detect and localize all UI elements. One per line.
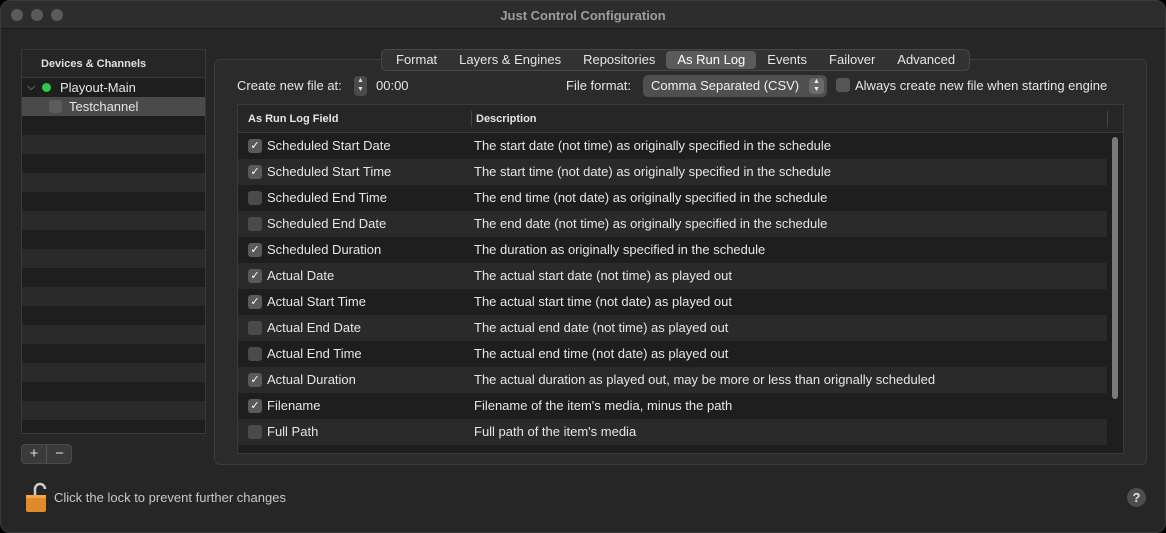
field-name: Filename — [267, 398, 321, 413]
field-checkbox[interactable]: ✓ — [248, 139, 262, 153]
tree-item-device[interactable]: ⌵ Playout-Main — [22, 78, 205, 97]
column-header-field[interactable]: As Run Log Field — [248, 113, 338, 125]
table-row[interactable]: Scheduled End Date The end date (not time… — [238, 211, 1107, 237]
remove-button[interactable]: − — [47, 445, 72, 463]
sidebar-empty-rows — [22, 116, 205, 420]
sidebar-header: Devices & Channels — [22, 50, 205, 78]
field-name: Scheduled End Time — [267, 190, 387, 205]
field-checkbox[interactable]: ✓ — [248, 243, 262, 257]
scroll-thumb[interactable] — [1112, 137, 1118, 399]
tab-as-run-log[interactable]: As Run Log — [666, 51, 757, 69]
field-checkbox[interactable]: ✓ — [248, 295, 262, 309]
lock-message: Click the lock to prevent further change… — [54, 490, 286, 505]
table-row[interactable]: Actual End Time The actual end time (not … — [238, 341, 1107, 367]
time-stepper[interactable]: ▲ ▼ — [354, 76, 367, 96]
table-row[interactable]: Full Path Full path of the item's media — [238, 419, 1107, 445]
field-checkbox[interactable] — [248, 191, 262, 205]
table-row[interactable]: ✓ Scheduled Duration The duration as origi… — [238, 237, 1107, 263]
field-checkbox[interactable]: ✓ — [248, 399, 262, 413]
tab-bar: Format Layers & Engines Repositories As … — [381, 49, 971, 71]
field-checkbox[interactable] — [248, 347, 262, 361]
field-description: The end date (not time) as originally sp… — [474, 216, 828, 231]
window-title: Just Control Configuration — [500, 8, 666, 23]
field-checkbox[interactable] — [248, 217, 262, 231]
always-new-checkbox[interactable] — [836, 78, 850, 92]
table-row[interactable]: ✓ Actual Start Time The actual start time … — [238, 289, 1107, 315]
table-row[interactable]: ✓ Scheduled Start Time The start time (not… — [238, 159, 1107, 185]
field-description: The start time (not date) as originally … — [474, 164, 831, 179]
field-description: The duration as originally specified in … — [474, 242, 766, 257]
tab-layers-engines[interactable]: Layers & Engines — [448, 51, 572, 69]
select-arrows-icon: ▲ ▼ — [809, 78, 824, 94]
field-description: The actual end time (not date) as played… — [474, 346, 729, 361]
devices-sidebar: Devices & Channels ⌵ Playout-Main Testch… — [21, 49, 206, 434]
file-format-value: Comma Separated (CSV) — [651, 78, 800, 93]
field-checkbox[interactable]: ✓ — [248, 269, 262, 283]
title-bar: Just Control Configuration — [1, 1, 1165, 29]
field-description: The actual end date (not time) as played… — [474, 320, 729, 335]
field-name: Actual End Time — [267, 346, 362, 361]
tab-events[interactable]: Events — [756, 51, 818, 69]
add-button[interactable]: + — [22, 445, 47, 463]
table-scrollbar[interactable] — [1110, 135, 1121, 451]
config-window: Just Control Configuration Devices & Cha… — [0, 0, 1166, 533]
field-name: Actual Duration — [267, 372, 356, 387]
field-checkbox[interactable]: ✓ — [248, 373, 262, 387]
field-checkbox[interactable] — [248, 425, 262, 439]
tab-format[interactable]: Format — [385, 51, 448, 69]
field-checkbox[interactable]: ✓ — [248, 165, 262, 179]
table-row[interactable]: Actual End Date The actual end date (not … — [238, 315, 1107, 341]
field-description: Full path of the item's media — [474, 424, 637, 439]
unlocked-lock-icon[interactable] — [25, 481, 47, 513]
table-row[interactable]: ✓ Actual Date The actual start date (not t… — [238, 263, 1107, 289]
chevron-down-icon[interactable]: ⌵ — [27, 78, 35, 97]
field-name: Scheduled Start Date — [267, 138, 391, 153]
field-description: The end time (not date) as originally sp… — [474, 190, 828, 205]
tab-repositories[interactable]: Repositories — [572, 51, 666, 69]
tree-item-channel[interactable]: Testchannel — [22, 97, 205, 116]
field-name: Scheduled End Date — [267, 216, 387, 231]
field-name: Scheduled Duration — [267, 242, 382, 257]
column-header-description[interactable]: Description — [476, 113, 537, 125]
field-description: The start date (not time) as originally … — [474, 138, 831, 153]
create-time-field[interactable]: 00:00 — [376, 77, 409, 95]
field-name: Full Path — [267, 424, 319, 439]
file-format-label: File format: — [566, 78, 632, 93]
table-header: As Run Log Field Description — [238, 105, 1123, 133]
field-description: Filename of the item's media, minus the … — [474, 398, 733, 413]
table-row[interactable]: Scheduled End Time The end time (not date… — [238, 185, 1107, 211]
channel-checkbox[interactable] — [49, 100, 62, 113]
status-dot-icon — [42, 83, 51, 92]
tab-failover[interactable]: Failover — [818, 51, 886, 69]
field-description: The actual duration as played out, may b… — [474, 372, 936, 387]
field-name: Actual End Date — [267, 320, 361, 335]
as-run-log-table: As Run Log Field Description ✓ Scheduled … — [237, 104, 1124, 454]
help-button[interactable]: ? — [1127, 488, 1146, 507]
field-name: Actual Date — [267, 268, 335, 283]
device-name: Playout-Main — [60, 80, 136, 95]
table-row[interactable]: ✓ Filename Filename of the item's media, m… — [238, 393, 1107, 419]
create-new-label: Create new file at: — [237, 78, 342, 93]
table-row[interactable]: ✓ Scheduled Start Date The start date (not… — [238, 133, 1107, 159]
field-checkbox[interactable] — [248, 321, 262, 335]
field-name: Scheduled Start Time — [267, 164, 392, 179]
field-description: The actual start date (not time) as play… — [474, 268, 732, 283]
field-description: The actual start time (not date) as play… — [474, 294, 732, 309]
always-new-label: Always create new file when starting eng… — [855, 78, 1108, 93]
file-format-select[interactable]: Comma Separated (CSV) ▲ ▼ — [643, 75, 827, 97]
channel-name: Testchannel — [69, 99, 139, 114]
field-name: Actual Start Time — [267, 294, 366, 309]
table-body: ✓ Scheduled Start Date The start date (not… — [238, 133, 1107, 445]
tab-advanced[interactable]: Advanced — [886, 51, 966, 69]
add-remove-control: + − — [21, 444, 72, 464]
table-row[interactable]: ✓ Actual Duration The actual duration as p… — [238, 367, 1107, 393]
